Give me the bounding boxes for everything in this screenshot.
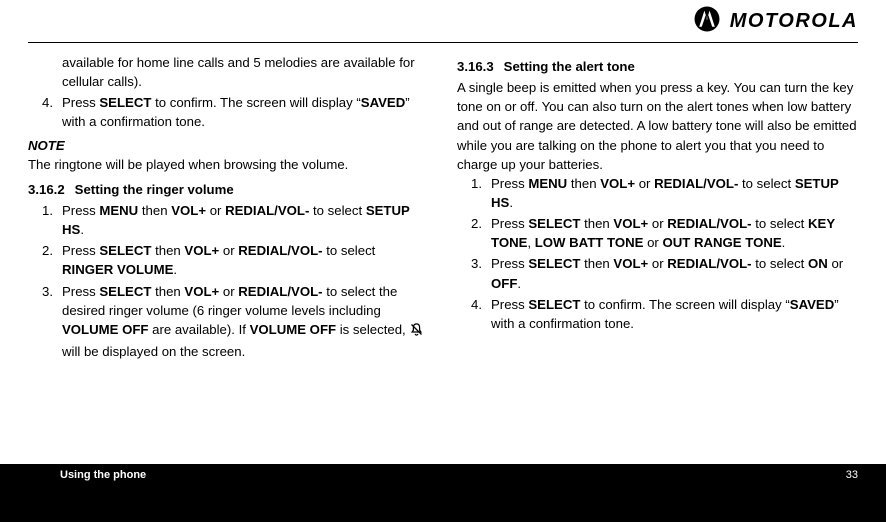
intro-paragraph: A single beep is emitted when you press … [457,78,858,174]
subsection-number: 3.16.2 [28,182,65,197]
step-number: 2. [42,241,53,260]
step-3: 3. Press SELECT then VOL+ or REDIAL/VOL-… [42,282,429,362]
step-text: Press SELECT to confirm. The screen will… [62,95,410,129]
step-number: 4. [42,93,53,112]
header: MOTOROLA [0,0,886,42]
content: available for home line calls and 5 melo… [0,43,886,363]
step-2: 2. Press SELECT then VOL+ or REDIAL/VOL-… [471,214,858,252]
subsection-heading-3-16-3: 3.16.3 Setting the alert tone [457,57,858,76]
left-column: available for home line calls and 5 melo… [28,53,443,363]
step-4: 4. Press SELECT to confirm. The screen w… [42,93,429,131]
steps-list-3-16-3: 1. Press MENU then VOL+ or REDIAL/VOL- t… [457,174,858,333]
previous-step-continuation: available for home line calls and 5 melo… [28,53,429,91]
steps-list-3-16-2: 1. Press MENU then VOL+ or REDIAL/VOL- t… [28,201,429,361]
right-column: 3.16.3 Setting the alert tone A single be… [443,53,858,363]
note-body: The ringtone will be played when browsin… [28,155,429,174]
step-text: Press SELECT then VOL+ or REDIAL/VOL- to… [491,216,835,250]
step-2: 2. Press SELECT then VOL+ or REDIAL/VOL-… [42,241,429,279]
step-text: Press SELECT to confirm. The screen will… [491,297,839,331]
motorola-logo-icon [694,6,720,37]
step-text: Press SELECT then VOL+ or REDIAL/VOL- to… [491,256,843,290]
manual-page: MOTOROLA available for home line calls a… [0,0,886,522]
step-1: 1. Press MENU then VOL+ or REDIAL/VOL- t… [471,174,858,212]
note-heading: NOTE [28,136,429,155]
step-text: Press SELECT then VOL+ or REDIAL/VOL- to… [62,243,375,277]
step-number: 3. [471,254,482,273]
steps-list-prev: 4. Press SELECT to confirm. The screen w… [28,93,429,131]
footer: Using the phone 33 [0,464,886,486]
subsection-title: Setting the alert tone [504,59,635,74]
step-1: 1. Press MENU then VOL+ or REDIAL/VOL- t… [42,201,429,239]
step-number: 2. [471,214,482,233]
step-text: Press MENU then VOL+ or REDIAL/VOL- to s… [62,203,410,237]
step-text: Press SELECT then VOL+ or REDIAL/VOL- to… [62,284,424,359]
step-number: 4. [471,295,482,314]
subsection-title: Setting the ringer volume [75,182,234,197]
page-number: 33 [846,469,858,481]
subsection-heading-3-16-2: 3.16.2 Setting the ringer volume [28,180,429,199]
bell-off-icon [409,322,424,342]
brand-name: MOTOROLA [730,10,858,33]
step-number: 1. [42,201,53,220]
step-3: 3. Press SELECT then VOL+ or REDIAL/VOL-… [471,254,858,292]
step-4: 4. Press SELECT to confirm. The screen w… [471,295,858,333]
step-number: 1. [471,174,482,193]
bottom-strip [0,486,886,522]
step-text: Press MENU then VOL+ or REDIAL/VOL- to s… [491,176,839,210]
subsection-number: 3.16.3 [457,59,494,74]
footer-section-label: Using the phone [60,469,146,481]
step-number: 3. [42,282,53,301]
